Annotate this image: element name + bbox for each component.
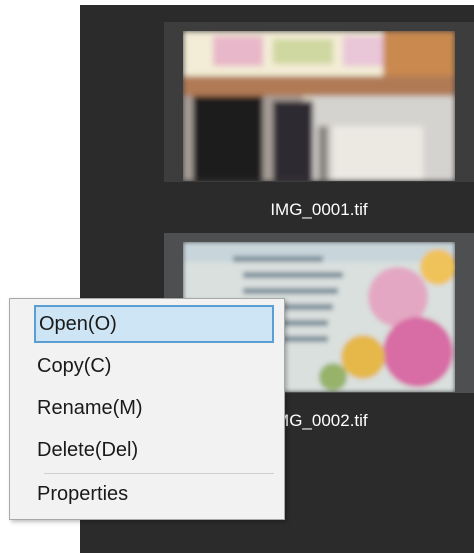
- menu-item-properties[interactable]: Properties: [34, 475, 274, 513]
- menu-item-open[interactable]: Open(O): [34, 305, 274, 343]
- menu-item-rename[interactable]: Rename(M): [34, 389, 274, 427]
- menu-item-copy[interactable]: Copy(C): [34, 347, 274, 385]
- context-menu: Open(O) Copy(C) Rename(M) Delete(Del) Pr…: [9, 298, 285, 520]
- thumbnail-filename: IMG_0001.tif: [270, 200, 368, 219]
- menu-separator: [44, 473, 274, 474]
- thumbnail-image: [183, 31, 455, 181]
- thumbnail-item[interactable]: [164, 22, 474, 182]
- menu-item-delete[interactable]: Delete(Del): [34, 431, 274, 469]
